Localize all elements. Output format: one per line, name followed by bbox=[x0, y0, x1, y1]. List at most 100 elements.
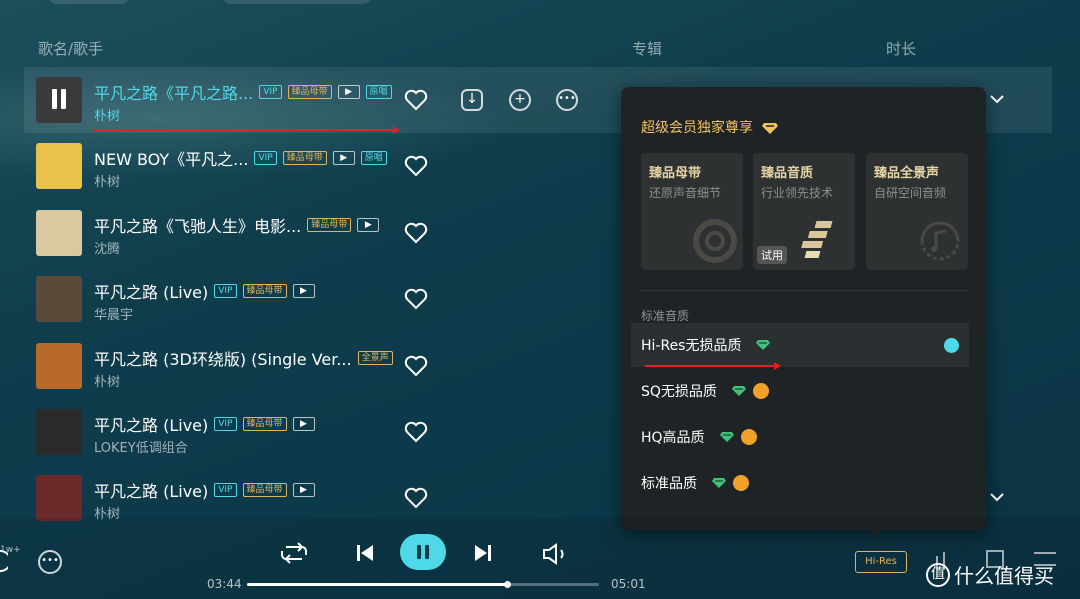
coin-icon bbox=[740, 429, 757, 445]
song-badge: 臻品母带 bbox=[282, 151, 327, 166]
song-title[interactable]: 平凡之路 (Live) VIP 臻品母带 ▶ bbox=[94, 478, 315, 502]
album-cover[interactable] bbox=[36, 276, 82, 323]
watermark-text: 什么值得买 bbox=[954, 564, 1054, 588]
song-artist[interactable]: LOKEY低调组合 bbox=[94, 437, 188, 456]
album-cover[interactable] bbox=[36, 143, 82, 190]
download-icon[interactable]: ↓ bbox=[461, 89, 483, 111]
coin-icon bbox=[752, 383, 769, 399]
song-title-text[interactable]: 平凡之路《平凡之路... bbox=[94, 80, 253, 104]
song-badge: VIP bbox=[214, 417, 237, 431]
bars-icon bbox=[801, 221, 833, 258]
heart-icon[interactable] bbox=[404, 288, 428, 310]
quality-option[interactable]: Hi-Res无损品质 bbox=[631, 323, 969, 367]
song-title[interactable]: NEW BOY《平凡之... VIP 臻品母带 ▶ 原唱 bbox=[94, 146, 387, 170]
progress-bar[interactable] bbox=[247, 581, 599, 588]
song-title[interactable]: 平凡之路 (Live) VIP 臻品母带 ▶ bbox=[94, 279, 315, 303]
song-badge: 原唱 bbox=[360, 151, 387, 166]
quality-option-label: SQ无损品质 bbox=[641, 384, 717, 400]
song-badge: VIP bbox=[214, 483, 237, 498]
album-cover[interactable] bbox=[36, 209, 82, 256]
song-title-text[interactable]: 平凡之路《飞驰人生》电影... bbox=[94, 213, 301, 237]
quality-option-label: Hi-Res无损品质 bbox=[641, 338, 742, 354]
song-column-header: 歌名/歌手 bbox=[38, 40, 104, 58]
chevron-down-icon[interactable] bbox=[990, 94, 1004, 104]
annotation-arrow bbox=[645, 362, 781, 370]
volume-icon[interactable] bbox=[541, 542, 569, 566]
annotation-arrow bbox=[94, 126, 400, 134]
song-artist[interactable]: 朴树 bbox=[94, 171, 120, 190]
top-pill[interactable] bbox=[222, 0, 372, 4]
song-badge: 原唱 bbox=[365, 85, 392, 99]
chevron-down-icon[interactable] bbox=[990, 492, 1004, 502]
more-options-icon[interactable]: ••• bbox=[38, 550, 62, 574]
player-bar bbox=[0, 518, 1080, 599]
divider bbox=[641, 290, 968, 291]
song-title[interactable]: 平凡之路《飞驰人生》电影... 臻品母带 ▶ bbox=[94, 213, 380, 237]
song-title[interactable]: 平凡之路 (Live) VIP 臻品母带 ▶ bbox=[94, 412, 315, 436]
progress-fill bbox=[247, 583, 508, 586]
previous-icon[interactable] bbox=[356, 544, 374, 562]
more-icon[interactable]: ••• bbox=[556, 89, 578, 111]
diamond-icon bbox=[762, 122, 779, 134]
pause-button[interactable] bbox=[400, 534, 446, 570]
song-badge: 臻品母带 bbox=[307, 217, 352, 232]
quality-option-label: HQ高品质 bbox=[641, 430, 705, 446]
quality-option[interactable]: 标准品质 bbox=[631, 461, 969, 505]
green-diamond-icon bbox=[719, 432, 734, 442]
mv-badge[interactable]: ▶ bbox=[292, 417, 315, 431]
song-title-text[interactable]: 平凡之路 (Live) bbox=[94, 279, 208, 303]
heart-icon[interactable] bbox=[404, 355, 428, 377]
song-title[interactable]: 平凡之路 (3D环绕版) (Single Ver... 全景声 bbox=[94, 346, 393, 370]
site-logo-icon: 值 bbox=[926, 562, 950, 587]
song-artist[interactable]: 沈腾 bbox=[94, 238, 120, 257]
album-cover[interactable] bbox=[36, 475, 82, 522]
song-title-text[interactable]: 平凡之路 (Live) bbox=[94, 478, 208, 502]
album-cover[interactable] bbox=[36, 409, 82, 455]
card-spatial-audio[interactable]: 臻品全景声 自研空间音频 bbox=[866, 153, 968, 270]
song-title[interactable]: 平凡之路《平凡之路... VIP 臻品母带 ▶ 原唱 bbox=[94, 80, 392, 104]
song-title-text[interactable]: 平凡之路 (Live) bbox=[94, 412, 208, 436]
heart-icon[interactable] bbox=[404, 155, 428, 177]
song-badge: VIP bbox=[254, 151, 277, 166]
next-icon[interactable] bbox=[474, 544, 492, 562]
quality-option[interactable]: SQ无损品质 bbox=[631, 369, 969, 413]
spatial-note-icon bbox=[920, 221, 960, 261]
repeat-icon[interactable] bbox=[280, 541, 308, 565]
card-master-tape[interactable]: 臻品母带 还原声音细节 bbox=[641, 153, 743, 270]
heart-icon[interactable] bbox=[404, 421, 428, 443]
mv-badge[interactable]: ▶ bbox=[292, 483, 315, 498]
mv-badge[interactable]: ▶ bbox=[337, 85, 360, 99]
heart-icon[interactable] bbox=[404, 487, 428, 509]
song-badge: VIP bbox=[259, 85, 282, 99]
quality-option[interactable]: HQ高品质 bbox=[631, 415, 969, 459]
mv-badge[interactable]: ▶ bbox=[292, 284, 315, 299]
song-artist[interactable]: 朴树 bbox=[94, 371, 120, 390]
list-header: 歌名/歌手 专辑 时长 bbox=[0, 38, 1080, 58]
card-premium-quality[interactable]: 臻品音质 行业领先技术 试用 bbox=[753, 153, 855, 270]
mv-badge[interactable]: ▶ bbox=[332, 151, 355, 166]
song-title-text[interactable]: NEW BOY《平凡之... bbox=[94, 146, 248, 170]
top-pill[interactable] bbox=[48, 0, 130, 4]
song-artist[interactable]: 华晨宇 bbox=[94, 304, 133, 323]
coin-icon bbox=[733, 475, 749, 491]
song-badge: 全景声 bbox=[357, 350, 393, 365]
add-icon[interactable]: + bbox=[509, 89, 531, 111]
album-cover[interactable] bbox=[36, 77, 82, 123]
album-cover[interactable] bbox=[36, 342, 82, 389]
song-badge: 臻品母带 bbox=[242, 483, 287, 498]
quality-button[interactable]: Hi-Res bbox=[855, 551, 907, 573]
heart-icon[interactable] bbox=[404, 222, 428, 244]
site-watermark: 值 什么值得买 bbox=[926, 560, 1054, 589]
green-diamond-icon bbox=[756, 340, 771, 350]
song-artist[interactable]: 朴树 bbox=[94, 105, 120, 124]
heart-icon[interactable] bbox=[404, 89, 428, 111]
song-badge: 臻品母带 bbox=[242, 417, 287, 431]
duration-column-header: 时长 bbox=[886, 40, 917, 58]
song-title-text[interactable]: 平凡之路 (3D环绕版) (Single Ver... bbox=[94, 346, 352, 370]
comment-icon[interactable] bbox=[0, 548, 8, 574]
green-diamond-icon bbox=[731, 386, 746, 396]
pause-icon[interactable] bbox=[50, 89, 68, 111]
mv-badge[interactable]: ▶ bbox=[357, 217, 380, 232]
quality-popup: 超级会员独家尊享 臻品母带 还原声音细节 臻品音质 行业领先技术 试用 臻品全景… bbox=[621, 87, 986, 530]
vinyl-icon bbox=[693, 219, 737, 263]
